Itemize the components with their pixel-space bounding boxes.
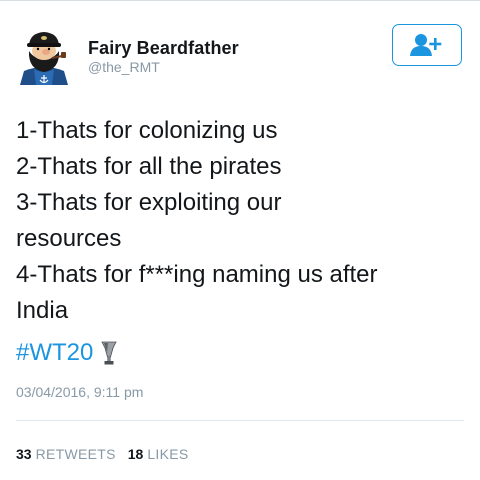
likes-stat[interactable]: 18 LIKES xyxy=(128,446,189,462)
stats-divider xyxy=(16,420,464,421)
engagement-stats: 33 RETWEETS 18 LIKES xyxy=(16,446,189,462)
tweet-line: 3-Thats for exploiting our xyxy=(16,189,282,216)
retweets-count: 33 xyxy=(16,446,32,462)
retweets-label: RETWEETS xyxy=(35,446,116,462)
captain-avatar-icon xyxy=(20,32,68,85)
top-divider xyxy=(0,0,480,1)
retweets-stat[interactable]: 33 RETWEETS xyxy=(16,446,116,462)
avatar[interactable] xyxy=(16,25,72,85)
tweet-text: 1-Thats for colonizing us 2-Thats for al… xyxy=(16,113,471,329)
tweet-line: 4-Thats for f***ing naming us after xyxy=(16,261,378,288)
tweet-line: resources xyxy=(16,225,122,252)
hashtag-link[interactable]: #WT20 xyxy=(16,339,93,367)
tweet-timestamp: 03/04/2016, 9:11 pm xyxy=(16,384,144,400)
tweet-line: 1-Thats for colonizing us xyxy=(16,117,278,144)
trophy-icon xyxy=(101,340,118,366)
add-user-icon xyxy=(410,34,442,56)
tweet-line: India xyxy=(16,297,69,324)
hashtag-row: #WT20 xyxy=(16,335,118,371)
follow-button[interactable] xyxy=(392,24,462,66)
user-handle[interactable]: @the_RMT xyxy=(88,59,160,75)
tweet-line: 2-Thats for all the pirates xyxy=(16,153,282,180)
likes-count: 18 xyxy=(127,446,144,462)
display-name[interactable]: Fairy Beardfather xyxy=(88,38,239,59)
likes-label: LIKES xyxy=(147,446,189,462)
